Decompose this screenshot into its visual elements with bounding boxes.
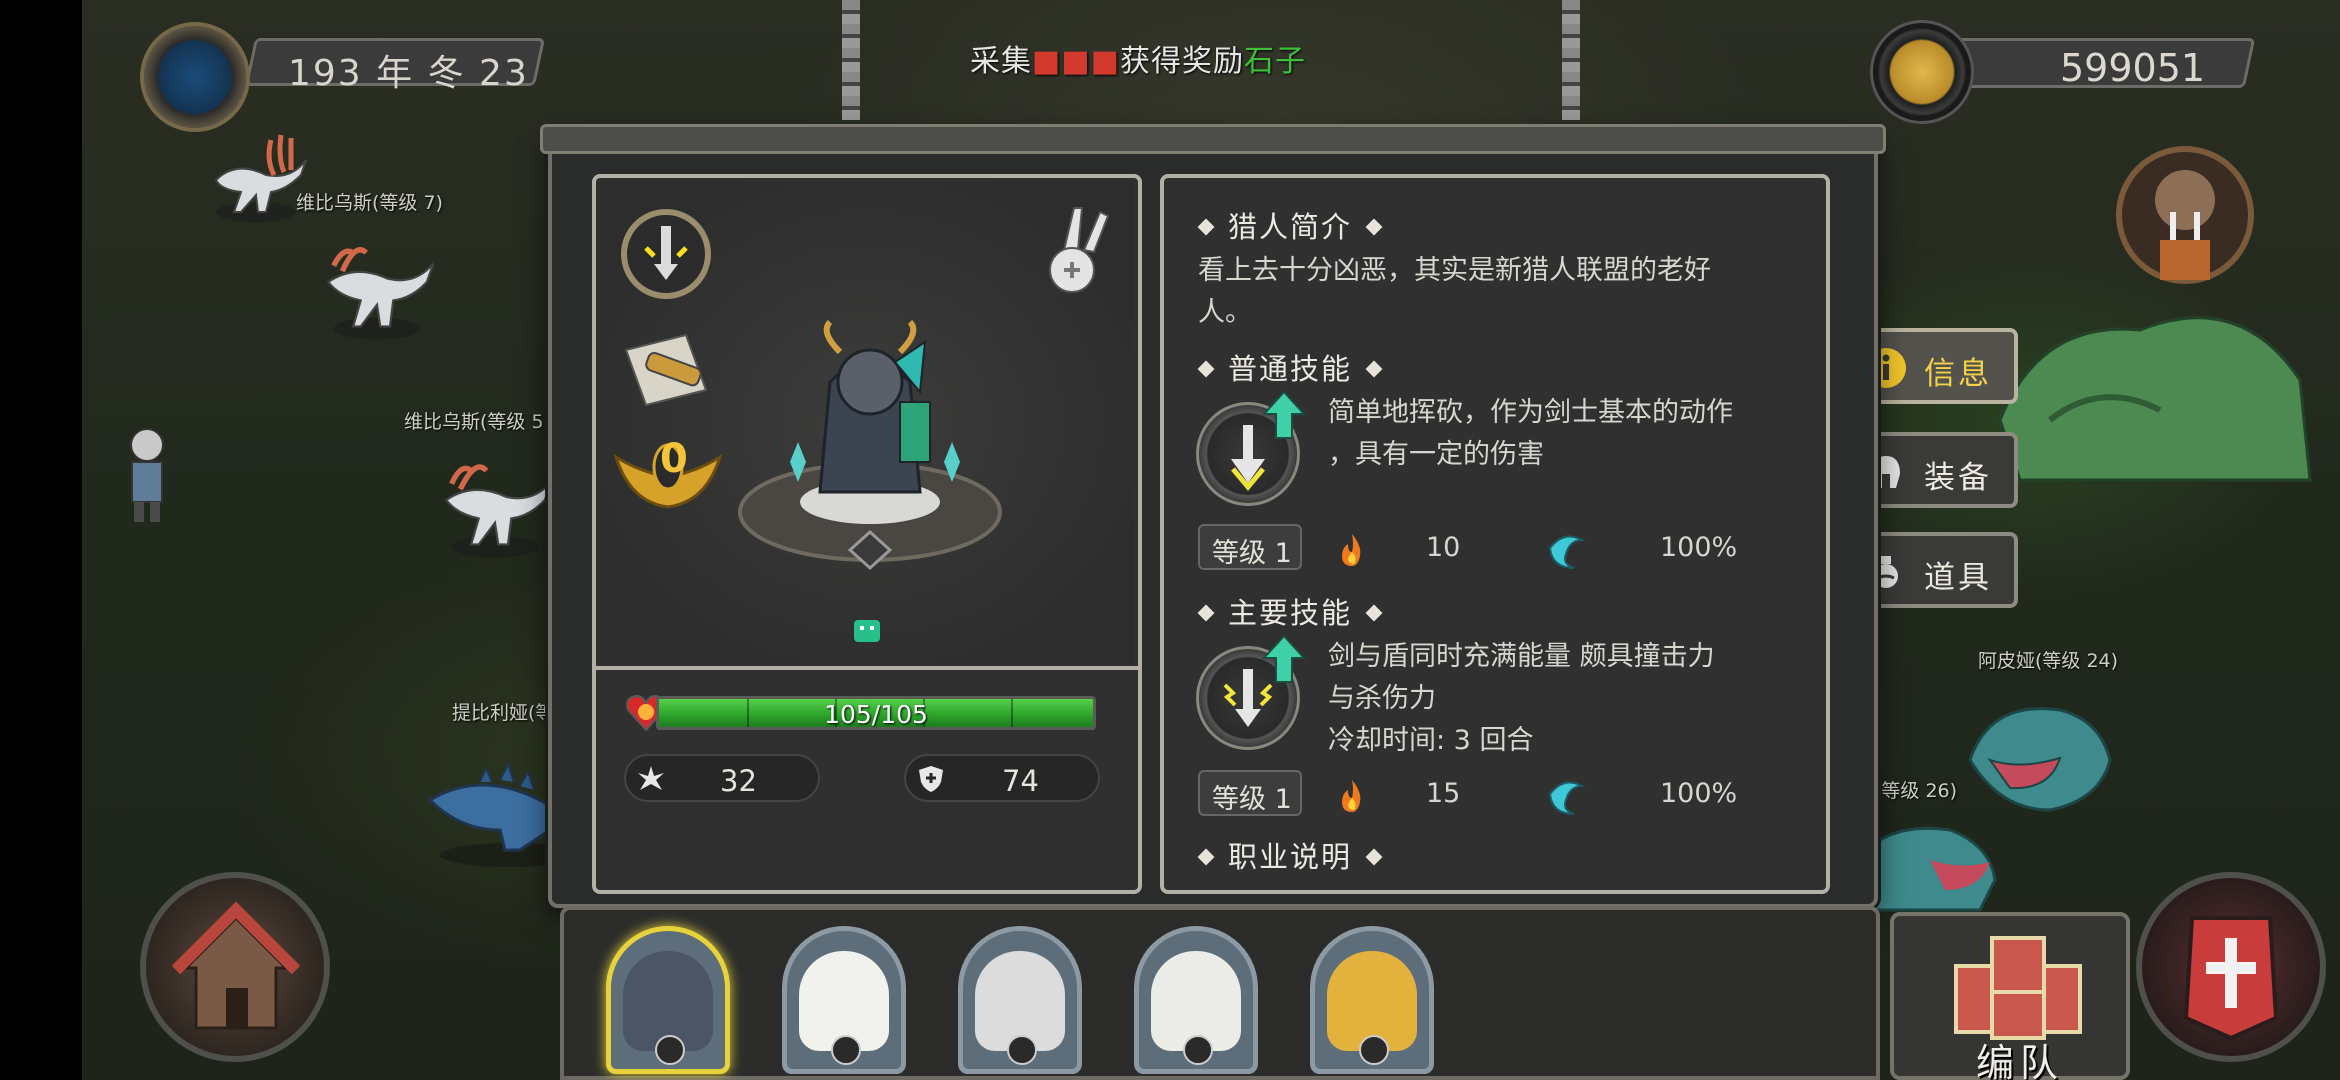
- hero-portrait-area: 0: [600, 182, 1134, 664]
- normal-skill-level: 等级 1: [1198, 524, 1302, 570]
- card-divider: [596, 666, 1138, 670]
- notice-resource-icon: ■■■: [1032, 44, 1121, 79]
- main-skill-title-text: 主要技能: [1228, 596, 1353, 630]
- diamond-bullet: [1365, 360, 1383, 378]
- hero-portrait-card: 0 105/105 32 74: [592, 174, 1142, 894]
- gold-coin-icon: [1870, 20, 1974, 124]
- attack-stat: 32: [624, 754, 820, 802]
- attack-icon: [638, 766, 664, 790]
- team-slot-3[interactable]: [958, 926, 1082, 1074]
- gold-display[interactable]: 599051: [1870, 20, 2270, 124]
- main-skill-rate: 100%: [1660, 778, 1738, 809]
- hp-bar: 105/105: [656, 696, 1096, 730]
- diamond-bullet: [1365, 604, 1383, 622]
- house-icon: [171, 901, 301, 1030]
- walrus-merchant[interactable]: [2110, 140, 2260, 300]
- main-skill-stats: 等级 1 15 100%: [1198, 770, 1798, 820]
- flame-icon: [1342, 780, 1361, 812]
- main-skill-cost: 15: [1426, 778, 1461, 809]
- enemy-name-label: 维比乌斯(等级 7): [296, 192, 443, 214]
- normal-skill-title-text: 普通技能: [1228, 352, 1353, 386]
- raptor-creature[interactable]: [312, 222, 442, 342]
- notice-mid: 获得奖励: [1120, 44, 1245, 79]
- class-badge-icon: [1183, 1035, 1213, 1065]
- date-display[interactable]: 193 年 冬 23: [140, 22, 550, 132]
- tab-info-label: 信息: [1924, 356, 1992, 392]
- diamond-bullet: [1365, 848, 1383, 866]
- season-emblem-icon: [140, 22, 250, 132]
- main-skill-title: 主要技能: [1197, 590, 1383, 632]
- diamond-bullet: [1197, 848, 1215, 866]
- hero-avatar[interactable]: [720, 312, 1020, 582]
- date-text: 193 年 冬 23: [288, 53, 529, 94]
- player-character[interactable]: [112, 420, 182, 530]
- shield-icon: [919, 766, 943, 792]
- main-skill-desc-1: 剑与盾同时充满能量 颇具撞击力: [1328, 641, 1715, 672]
- notice-prefix: 采集: [970, 44, 1032, 79]
- team-members-icon: [1954, 936, 2082, 1040]
- team-formation-button[interactable]: 编队: [1890, 912, 2130, 1080]
- normal-skill-cost: 10: [1426, 532, 1461, 563]
- diamond-bullet: [1197, 604, 1215, 622]
- tab-items-label: 道具: [1924, 560, 1992, 596]
- team-slot-4[interactable]: [1134, 926, 1258, 1074]
- hanging-chain: [1562, 0, 1580, 120]
- notice-reward: 石子: [1244, 44, 1307, 79]
- normal-skill-desc-2: ，具有一定的伤害: [1328, 439, 1544, 470]
- gold-amount: 599051: [2060, 46, 2206, 90]
- flame-icon: [1342, 534, 1361, 566]
- robot-icon[interactable]: [850, 614, 884, 648]
- normal-skill-desc-1: 简单地挥砍，作为剑士基本的动作: [1328, 397, 1733, 428]
- spyglass-map-icon[interactable]: [616, 320, 716, 420]
- job-title: 职业说明: [1197, 834, 1383, 876]
- reward-notice: 采集■■■获得奖励石子: [970, 36, 1306, 80]
- team-slot-1[interactable]: [606, 926, 730, 1074]
- normal-skill-title: 普通技能: [1197, 346, 1383, 388]
- bunny-emote-icon[interactable]: [1034, 200, 1118, 300]
- normal-skill-rate: 100%: [1660, 532, 1738, 563]
- intro-title: 猎人简介: [1197, 204, 1383, 246]
- enemy-name-label: 维比乌斯(等级 5): [404, 411, 551, 433]
- job-title-text: 职业说明: [1228, 840, 1353, 874]
- upgrade-arrow-icon[interactable]: [1262, 634, 1306, 684]
- class-badge-icon: [1007, 1035, 1037, 1065]
- defense-stat: 74: [904, 754, 1100, 802]
- diamond-bullet: [1197, 218, 1215, 236]
- panel-top-rail: [540, 124, 1886, 154]
- town-house-button[interactable]: [140, 872, 330, 1062]
- diamond-bullet: [1197, 360, 1215, 378]
- team-slot-5[interactable]: [1310, 926, 1434, 1074]
- class-badge-icon: [1359, 1035, 1389, 1065]
- upgrade-arrow-icon[interactable]: [1262, 390, 1306, 440]
- rank-badge-value: 0: [660, 436, 688, 482]
- class-badge-icon: [831, 1035, 861, 1065]
- team-formation-label: 编队: [1976, 1041, 2065, 1080]
- team-slot-2[interactable]: [782, 926, 906, 1074]
- defense-value: 74: [1002, 764, 1039, 798]
- intro-line-2: 人。: [1198, 297, 1252, 328]
- crescent-blade-icon: [1548, 535, 1586, 569]
- hero-details-card: 猎人简介 看上去十分凶恶，其实是新猎人联盟的老好 人。 普通技能 简单地挥砍，作…: [1160, 174, 1830, 894]
- main-skill-cooldown: 冷却时间: 3 回合: [1328, 725, 1534, 756]
- class-sword-icon[interactable]: [616, 204, 716, 304]
- class-badge-icon: [655, 1035, 685, 1065]
- battle-shield-button[interactable]: [2136, 872, 2326, 1062]
- normal-skill-stats: 等级 1 10 100%: [1198, 524, 1798, 574]
- crusader-helmet-icon: [2183, 916, 2279, 1041]
- diamond-bullet: [1365, 218, 1383, 236]
- intro-line-1: 看上去十分凶恶，其实是新猎人联盟的老好: [1198, 255, 1711, 286]
- crescent-blade-icon: [1548, 781, 1586, 815]
- main-skill-desc-2: 与杀伤力: [1328, 683, 1436, 714]
- raptor-creature[interactable]: [430, 440, 560, 560]
- enemy-name-label: 阿皮娅(等级 24): [1978, 650, 2119, 672]
- intro-title-text: 猎人简介: [1228, 210, 1353, 244]
- hp-text: 105/105: [824, 700, 928, 729]
- hanging-chain: [842, 0, 860, 120]
- attack-value: 32: [720, 764, 757, 798]
- main-skill-level: 等级 1: [1198, 770, 1302, 816]
- tab-equip-label: 装备: [1924, 460, 1992, 496]
